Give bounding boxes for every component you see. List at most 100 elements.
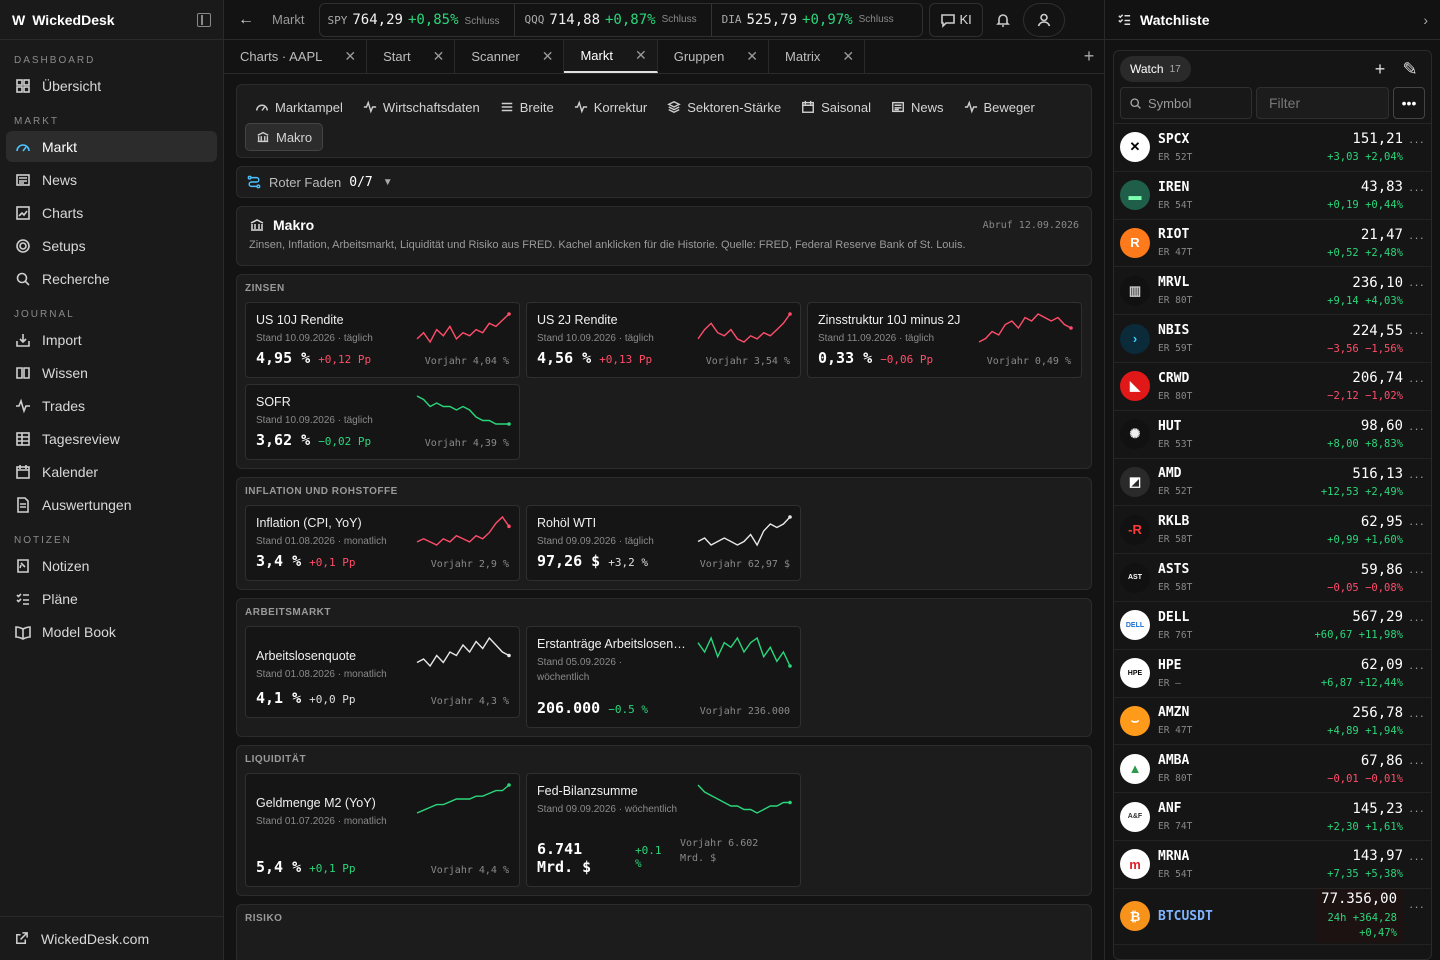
close-icon[interactable]: ✕ — [635, 47, 647, 64]
sidebar-item-trades[interactable]: Trades — [6, 390, 217, 421]
user-menu-button[interactable] — [1022, 2, 1065, 37]
watchlist-row-amzn[interactable]: ⌣ AMZN ER 47T 256,78 +4,89 +1,94% ··· — [1114, 698, 1431, 746]
row-menu-icon[interactable]: ··· — [1409, 516, 1425, 531]
sidebar-item-kalender[interactable]: Kalender — [6, 456, 217, 487]
watchlist-symbol: RIOT — [1158, 227, 1190, 243]
row-menu-icon[interactable]: ··· — [1409, 708, 1425, 723]
sidebar-item-übersicht[interactable]: Übersicht — [6, 70, 217, 101]
indicator-card[interactable]: Rohöl WTI Stand 09.09.2026 · täglich 97,26… — [526, 505, 801, 581]
close-icon[interactable]: ✕ — [542, 48, 554, 65]
subnav-news[interactable]: News — [881, 93, 954, 121]
indicator-card[interactable]: Zinsstruktur 10J minus 2J Stand 11.09.202… — [807, 302, 1082, 378]
watchlist-row-mrna[interactable]: m MRNA ER 54T 143,97 +7,35 +5,38% ··· — [1114, 841, 1431, 889]
sidebar-item-setups[interactable]: Setups — [6, 230, 217, 261]
sidebar-item-model-book[interactable]: Model Book — [6, 616, 217, 647]
sidebar-item-wissen[interactable]: Wissen — [6, 357, 217, 388]
watchlist-row-mrvl[interactable]: ▥ MRVL ER 80T 236,10 +9,14 +4,03% ··· — [1114, 267, 1431, 316]
close-icon[interactable]: ✕ — [344, 48, 356, 65]
sidebar-item-auswertungen[interactable]: Auswertungen — [6, 489, 217, 520]
symbol-input[interactable]: Symbol — [1120, 87, 1252, 119]
ki-button[interactable]: KI — [928, 2, 983, 37]
indicator-card[interactable]: Fed-Bilanzsumme Stand 09.09.2026 · wöchen… — [526, 773, 801, 887]
subnav-breite[interactable]: Breite — [490, 93, 564, 121]
ticker-dia[interactable]: DIA 525,79 +0,97% Schluss — [710, 3, 894, 36]
subnav-beweger[interactable]: Beweger — [954, 93, 1045, 121]
indicator-card[interactable]: Arbeitslosenquote Stand 01.08.2026 · mona… — [245, 626, 520, 718]
close-icon[interactable]: ✕ — [433, 48, 445, 65]
sidebar-item-news[interactable]: News — [6, 164, 217, 195]
row-menu-icon[interactable]: ··· — [1409, 277, 1425, 292]
back-arrow-icon[interactable]: ← — [238, 11, 254, 29]
tab-charts-aapl[interactable]: Charts · AAPL ✕ — [224, 40, 368, 73]
row-menu-icon[interactable]: ··· — [1409, 421, 1425, 436]
row-menu-icon[interactable]: ··· — [1409, 660, 1425, 675]
row-menu-icon[interactable]: ··· — [1409, 851, 1425, 866]
row-menu-icon[interactable]: ··· — [1409, 564, 1425, 579]
row-menu-icon[interactable]: ··· — [1409, 325, 1425, 340]
watchlist-row-btcusdt[interactable]: ₿ BTCUSDT 77.356,00 24h +364,28 +0,47% ··· — [1114, 889, 1431, 945]
watchlist-row-riot[interactable]: R RIOT ER 47T 21,47 +0,52 +2,48% ··· — [1114, 220, 1431, 268]
subnav-makro[interactable]: Makro — [245, 123, 324, 151]
close-icon[interactable]: ✕ — [746, 48, 758, 65]
watchlist-chip[interactable]: Watch 17 — [1120, 56, 1191, 82]
sidebar-item-recherche[interactable]: Recherche — [6, 263, 217, 294]
subnav-korrektur[interactable]: Korrektur — [564, 93, 657, 121]
add-tab-icon[interactable]: + — [1074, 40, 1104, 73]
roter-faden-toggle[interactable]: Roter Faden 0/7 ▼ — [236, 166, 1092, 198]
watchlist-row-dell[interactable]: DELL DELL ER 76T 567,29 +60,67 +11,98% ··· — [1114, 602, 1431, 650]
sidebar-item-import[interactable]: Import — [6, 324, 217, 355]
indicator-card[interactable]: US 2J Rendite Stand 10.09.2026 · täglich 4… — [526, 302, 801, 378]
sidebar-item-charts[interactable]: Charts — [6, 197, 217, 228]
collapse-sidebar-icon[interactable] — [197, 12, 211, 27]
indicator-card[interactable]: SOFR Stand 10.09.2026 · täglich 3,62 % −0,0… — [245, 384, 520, 460]
watchlist-row-hut[interactable]: ✺ HUT ER 53T 98,60 +8,00 +8,83% ··· — [1114, 411, 1431, 459]
tab-matrix[interactable]: Matrix ✕ — [769, 40, 866, 73]
external-link[interactable]: WickedDesk.com — [0, 916, 223, 960]
indicator-card[interactable]: US 10J Rendite Stand 10.09.2026 · täglich… — [245, 302, 520, 378]
add-icon[interactable]: + — [1365, 59, 1395, 80]
filter-input[interactable]: Filter — [1256, 87, 1389, 119]
watchlist-row-rklb[interactable]: -R RKLB ER 58T 62,95 +0,99 +1,60% ··· — [1114, 506, 1431, 555]
subnav-marktampel[interactable]: Marktampel — [245, 93, 353, 121]
indicator-card[interactable]: Erstanträge Arbeitslosenhilfe Stand 05.09… — [526, 626, 801, 728]
watchlist-row-spcx[interactable]: ✕ SPCX ER 52T 151,21 +3,03 +2,04% ··· — [1114, 124, 1431, 172]
watchlist-row-nbis[interactable]: › NBIS ER 59T 224,55 −3,56 −1,56% ··· — [1114, 315, 1431, 363]
sidebar-item-markt[interactable]: Markt — [6, 131, 217, 162]
watchlist-row-hpe[interactable]: HPE HPE ER – 62,09 +6,87 +12,44% ··· — [1114, 650, 1431, 698]
watchlist-row-anf[interactable]: A&F ANF ER 74T 145,23 +2,30 +1,61% ··· — [1114, 793, 1431, 841]
tab-markt[interactable]: Markt ✕ — [564, 40, 658, 73]
row-menu-icon[interactable]: ··· — [1409, 469, 1425, 484]
chevron-right-icon[interactable]: › — [1423, 12, 1428, 28]
row-menu-icon[interactable]: ··· — [1409, 612, 1425, 627]
notifications-button[interactable] — [983, 12, 1023, 28]
sidebar-item-tagesreview[interactable]: Tagesreview — [6, 423, 217, 454]
more-options-button[interactable]: ••• — [1393, 87, 1425, 119]
ticker-spy[interactable]: SPY 764,29 +0,85% Schluss — [328, 12, 500, 28]
watchlist-row-asts[interactable]: AST ASTS ER 58T 59,86 −0,05 −0,08% ··· — [1114, 554, 1431, 602]
row-menu-icon[interactable]: ··· — [1409, 803, 1425, 818]
subnav-wirtschaftsdaten[interactable]: Wirtschaftsdaten — [353, 93, 490, 121]
watchlist-row-amba[interactable]: ▲ AMBA ER 80T 67,86 −0,01 −0,01% ··· — [1114, 745, 1431, 794]
subnav-saisonal[interactable]: Saisonal — [791, 93, 881, 121]
watchlist-row-amd[interactable]: ◩ AMD ER 52T 516,13 +12,53 +2,49% ··· — [1114, 459, 1431, 507]
sparkline — [416, 312, 511, 344]
sidebar-item-notizen[interactable]: Notizen — [6, 550, 217, 581]
edit-icon[interactable]: ✎ — [1395, 59, 1425, 80]
row-menu-icon[interactable]: ··· — [1409, 134, 1425, 149]
watchlist-row-iren[interactable]: ▬ IREN ER 54T 43,83 +0,19 +0,44% ··· — [1114, 172, 1431, 220]
row-menu-icon[interactable]: ··· — [1409, 182, 1425, 197]
indicator-card[interactable]: Inflation (CPI, YoY) Stand 01.08.2026 · m… — [245, 505, 520, 581]
tab-gruppen[interactable]: Gruppen ✕ — [658, 40, 770, 73]
watchlist-row-crwd[interactable]: ◣ CRWD ER 80T 206,74 −2,12 −1,02% ··· — [1114, 363, 1431, 411]
ticker-qqq[interactable]: QQQ 714,88 +0,87% Schluss — [513, 3, 697, 36]
tab-start[interactable]: Start ✕ — [367, 40, 456, 73]
indicator-card[interactable]: Geldmenge M2 (YoY) Stand 01.07.2026 · mon… — [245, 773, 520, 887]
close-icon[interactable]: ✕ — [842, 48, 854, 65]
row-menu-icon[interactable]: ··· — [1409, 230, 1425, 245]
tab-scanner[interactable]: Scanner ✕ — [455, 40, 565, 73]
row-menu-icon[interactable]: ··· — [1409, 755, 1425, 770]
sidebar-item-pläne[interactable]: Pläne — [6, 583, 217, 614]
row-menu-icon[interactable]: ··· — [1409, 373, 1425, 388]
subnav-sektoren-stärke[interactable]: Sektoren-Stärke — [657, 93, 791, 121]
row-menu-icon[interactable]: ··· — [1409, 899, 1425, 914]
